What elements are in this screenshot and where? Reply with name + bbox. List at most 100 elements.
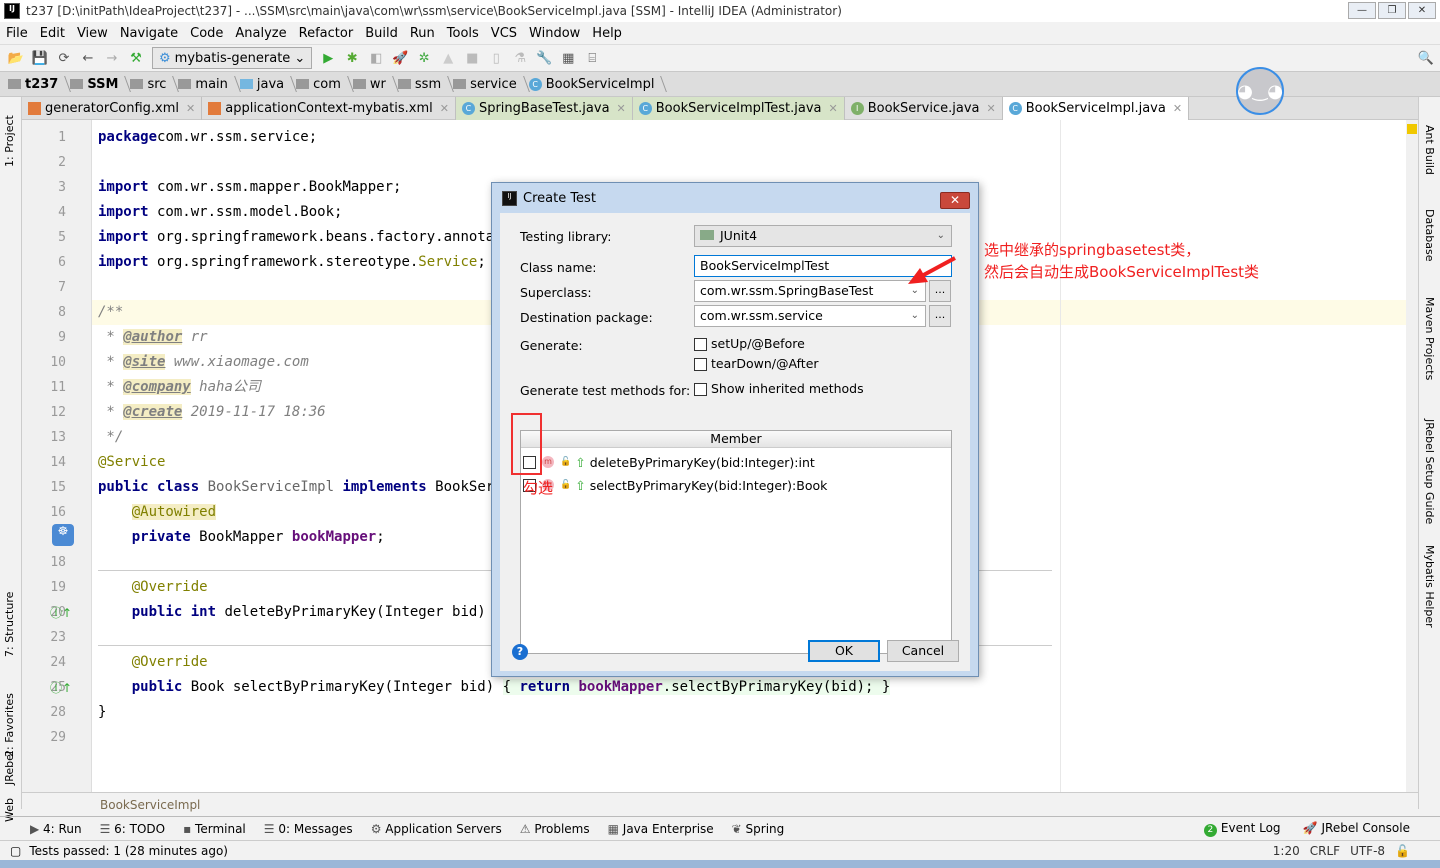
caret-position[interactable]: 1:20 (1273, 844, 1300, 858)
close-tab-icon[interactable]: ✕ (986, 102, 995, 115)
tool-window-application-servers[interactable]: ⚙ Application Servers (371, 822, 502, 836)
gutter-bean-icon[interactable]: ☸ (52, 524, 74, 546)
tool-window-event-log[interactable]: 2 Event Log (1203, 821, 1281, 837)
breadcrumb-item[interactable]: service (453, 77, 529, 92)
tool-maven-projects[interactable]: Maven Projects (1423, 297, 1436, 380)
ok-button[interactable]: OK (808, 640, 880, 662)
tool-window-jrebel-console[interactable]: 🚀 JRebel Console (1303, 821, 1410, 837)
project-structure-icon[interactable]: ▯ (488, 50, 504, 66)
menu-file[interactable]: File (0, 26, 34, 41)
breadcrumb-item[interactable]: C BookServiceImpl (528, 77, 667, 92)
run-config-select[interactable]: ⚙ mybatis-generate ⌄ (152, 47, 313, 69)
status-message[interactable]: Tests passed: 1 (28 minutes ago) (29, 844, 228, 858)
minimize-button[interactable]: — (1348, 2, 1376, 19)
debug-icon[interactable]: ✱ (344, 50, 360, 66)
close-tab-icon[interactable]: ✕ (617, 102, 626, 115)
tool-window-0-messages[interactable]: ☰ 0: Messages (264, 822, 353, 836)
save-icon[interactable]: 💾 (32, 50, 48, 66)
breadcrumb-item[interactable]: java (239, 77, 296, 92)
menu-view[interactable]: View (71, 26, 114, 41)
tool-window-4-run[interactable]: ▶ 4: Run (30, 822, 82, 836)
close-tab-icon[interactable]: ✕ (1173, 102, 1182, 115)
tab-generatorconfig-xml[interactable]: generatorConfig.xml ✕ (22, 97, 203, 120)
tab-springbasetest-java[interactable]: C SpringBaseTest.java ✕ (455, 97, 633, 120)
tab-bookservice-java[interactable]: I BookService.java ✕ (845, 97, 1003, 120)
menu-code[interactable]: Code (184, 26, 229, 41)
member-row[interactable]: m 🔓 ⇧ selectByPrimaryKey(bid:Integer):Book (521, 474, 827, 496)
jrebel-run-icon[interactable]: 🚀 (392, 50, 408, 66)
menu-edit[interactable]: Edit (34, 26, 71, 41)
tool-favorites[interactable]: 2: Favorites (3, 693, 16, 757)
coverage-icon[interactable]: ◧ (368, 50, 384, 66)
tool-mybatis-helper[interactable]: Mybatis Helper (1423, 545, 1436, 628)
tool-structure[interactable]: 7: Structure (3, 592, 16, 657)
run-icon[interactable]: ▶ (320, 50, 336, 66)
close-tab-icon[interactable]: ✕ (828, 102, 837, 115)
maximize-button[interactable]: ❐ (1378, 2, 1406, 19)
breadcrumb-item[interactable]: wr (352, 77, 398, 92)
editor-scrollbar[interactable] (1406, 120, 1418, 792)
superclass-select[interactable]: com.wr.ssm.SpringBaseTest ⌄ (694, 280, 926, 302)
breadcrumb-item[interactable]: com (296, 77, 353, 92)
teardown-checkbox[interactable] (694, 358, 707, 371)
destination-browse-button[interactable]: ... (929, 305, 951, 327)
show-inherited-checkbox[interactable] (694, 383, 707, 396)
forward-icon[interactable]: → (104, 50, 120, 66)
close-tab-icon[interactable]: ✕ (186, 102, 195, 115)
menu-build[interactable]: Build (359, 26, 404, 41)
search-icon[interactable]: 🔍 (1418, 50, 1434, 66)
breadcrumb-item[interactable]: src (130, 77, 178, 92)
tool-window-terminal[interactable]: ▪ Terminal (183, 822, 246, 836)
back-icon[interactable]: ← (80, 50, 96, 66)
testing-library-select[interactable]: JUnit4 ⌄ (694, 225, 952, 247)
close-tab-icon[interactable]: ✕ (440, 102, 449, 115)
build-hammer-icon[interactable]: ⚒ (128, 50, 144, 66)
assistant-avatar[interactable]: ◕‿◕ (1236, 67, 1284, 115)
tool-window-6-todo[interactable]: ☰ 6: TODO (100, 822, 166, 836)
breadcrumb-item[interactable]: ssm (397, 77, 453, 92)
implements-method-icon[interactable]: Ⓘ↑ (50, 679, 72, 696)
breadcrumb-item[interactable]: SSM (70, 77, 130, 92)
stop-icon[interactable]: ■ (464, 50, 480, 66)
help-button[interactable]: ? (512, 644, 528, 660)
menu-help[interactable]: Help (586, 26, 628, 41)
sync-icon[interactable]: ⟳ (56, 50, 72, 66)
terminal-tool-icon[interactable]: ⌸ (584, 50, 600, 66)
breadcrumb-item[interactable]: t237 (8, 77, 70, 92)
breadcrumb-item[interactable]: main (178, 77, 239, 92)
member-row[interactable]: m 🔓 ⇧ deleteByPrimaryKey(bid:Integer):int (521, 451, 815, 473)
menu-analyze[interactable]: Analyze (229, 26, 292, 41)
close-window-button[interactable]: ✕ (1408, 2, 1436, 19)
menu-window[interactable]: Window (523, 26, 586, 41)
tool-jrebel-setup-guide[interactable]: JRebel Setup Guide (1423, 419, 1436, 524)
settings-wrench-icon[interactable]: 🔧 (536, 50, 552, 66)
tab-bookserviceimpltest-java[interactable]: C BookServiceImplTest.java ✕ (632, 97, 845, 120)
tool-window-spring[interactable]: ❦ Spring (732, 822, 785, 836)
tool-database[interactable]: Database (1423, 209, 1436, 262)
tool-project[interactable]: 1: Project (3, 115, 16, 167)
menu-vcs[interactable]: VCS (485, 26, 523, 41)
setup-checkbox[interactable] (694, 338, 707, 351)
lock-icon[interactable]: 🔓 (1395, 844, 1410, 858)
sdk-icon[interactable]: ⚗ (512, 50, 528, 66)
destination-package-select[interactable]: com.wr.ssm.service ⌄ (694, 305, 926, 327)
jrebel-debug-icon[interactable]: ✲ (416, 50, 432, 66)
tool-window-problems[interactable]: ⚠ Problems (520, 822, 590, 836)
project-folder-icon[interactable]: ▦ (560, 50, 576, 66)
cancel-button[interactable]: Cancel (887, 640, 959, 662)
tab-bookserviceimpl-java[interactable]: C BookServiceImpl.java ✕ (1002, 97, 1190, 120)
tool-window-java-enterprise[interactable]: ▦ Java Enterprise (608, 822, 714, 836)
menu-refactor[interactable]: Refactor (293, 26, 360, 41)
dialog-close-button[interactable]: ✕ (940, 192, 970, 209)
menu-navigate[interactable]: Navigate (114, 26, 184, 41)
menu-tools[interactable]: Tools (441, 26, 485, 41)
tool-jrebel[interactable]: JRebel (3, 751, 16, 785)
implements-method-icon[interactable]: Ⓘ↑ (50, 604, 72, 621)
encoding[interactable]: UTF-8 (1350, 844, 1385, 858)
profile-icon[interactable]: ▲ (440, 50, 456, 66)
open-folder-icon[interactable]: 📂 (8, 50, 24, 66)
tool-ant-build[interactable]: Ant Build (1423, 125, 1436, 175)
line-separator[interactable]: CRLF (1310, 844, 1340, 858)
tab-applicationcontext-mybatis-xml[interactable]: applicationContext-mybatis.xml ✕ (202, 97, 456, 120)
menu-run[interactable]: Run (404, 26, 441, 41)
